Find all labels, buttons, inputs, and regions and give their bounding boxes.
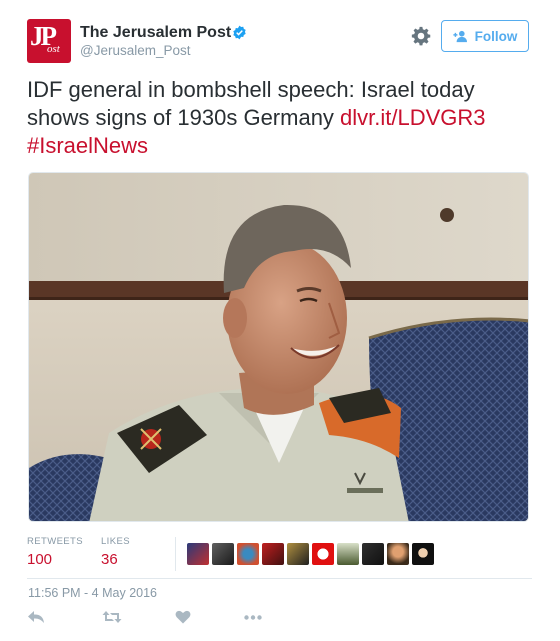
follow-label: Follow: [474, 28, 518, 44]
tweet-link[interactable]: dlvr.it/LDVGR3: [340, 105, 486, 130]
liker-avatar[interactable]: [237, 543, 259, 565]
photo-soldier-image: [29, 173, 528, 521]
verified-badge-icon: [233, 25, 246, 40]
tweet-text-line-2: shows signs of 1930s Germany dlvr.it/LDV…: [27, 104, 537, 132]
retweets-stat[interactable]: RETWEETS 100: [27, 536, 83, 568]
hashtag-link[interactable]: #IsraelNews: [27, 133, 148, 158]
liker-avatar[interactable]: [287, 543, 309, 565]
liker-avatar[interactable]: [262, 543, 284, 565]
likes-count: 36: [101, 551, 118, 568]
more-icon[interactable]: [244, 615, 262, 620]
liker-avatar[interactable]: [412, 543, 434, 565]
follow-button[interactable]: Follow: [441, 20, 529, 52]
liker-avatar[interactable]: [212, 543, 234, 565]
tweet-timestamp[interactable]: 11:56 PM - 4 May 2016: [28, 586, 157, 600]
account-handle[interactable]: @Jerusalem_Post: [80, 43, 191, 58]
likes-label: LIKES: [101, 536, 130, 547]
likes-stat[interactable]: LIKES 36: [101, 536, 130, 568]
tweet-photo[interactable]: [28, 172, 529, 522]
liker-avatar[interactable]: [312, 543, 334, 565]
liker-avatar[interactable]: [337, 543, 359, 565]
tweet-card: JP ost The Jerusalem Post @Jerusalem_Pos…: [0, 0, 560, 641]
liker-avatars: [187, 543, 434, 565]
liker-avatar[interactable]: [187, 543, 209, 565]
retweets-count: 100: [27, 551, 53, 568]
account-avatar[interactable]: JP ost: [27, 19, 71, 63]
avatar-logo-sub: ost: [47, 43, 60, 55]
like-icon[interactable]: [175, 610, 191, 624]
retweet-icon[interactable]: [102, 610, 122, 624]
liker-avatar[interactable]: [362, 543, 384, 565]
retweets-label: RETWEETS: [27, 536, 83, 547]
tweet-text-line-2-plain: shows signs of 1930s Germany: [27, 105, 341, 130]
tweet-text-line-1: IDF general in bombshell speech: Israel …: [27, 77, 475, 102]
account-name[interactable]: The Jerusalem Post: [80, 24, 231, 42]
add-user-icon: [453, 30, 467, 42]
liker-avatar[interactable]: [387, 543, 409, 565]
reply-icon[interactable]: [27, 610, 45, 624]
stats-divider: [175, 537, 176, 571]
stats-separator: [27, 578, 532, 579]
tweet-text: IDF general in bombshell speech: Israel …: [27, 76, 537, 160]
gear-icon[interactable]: [410, 25, 432, 47]
